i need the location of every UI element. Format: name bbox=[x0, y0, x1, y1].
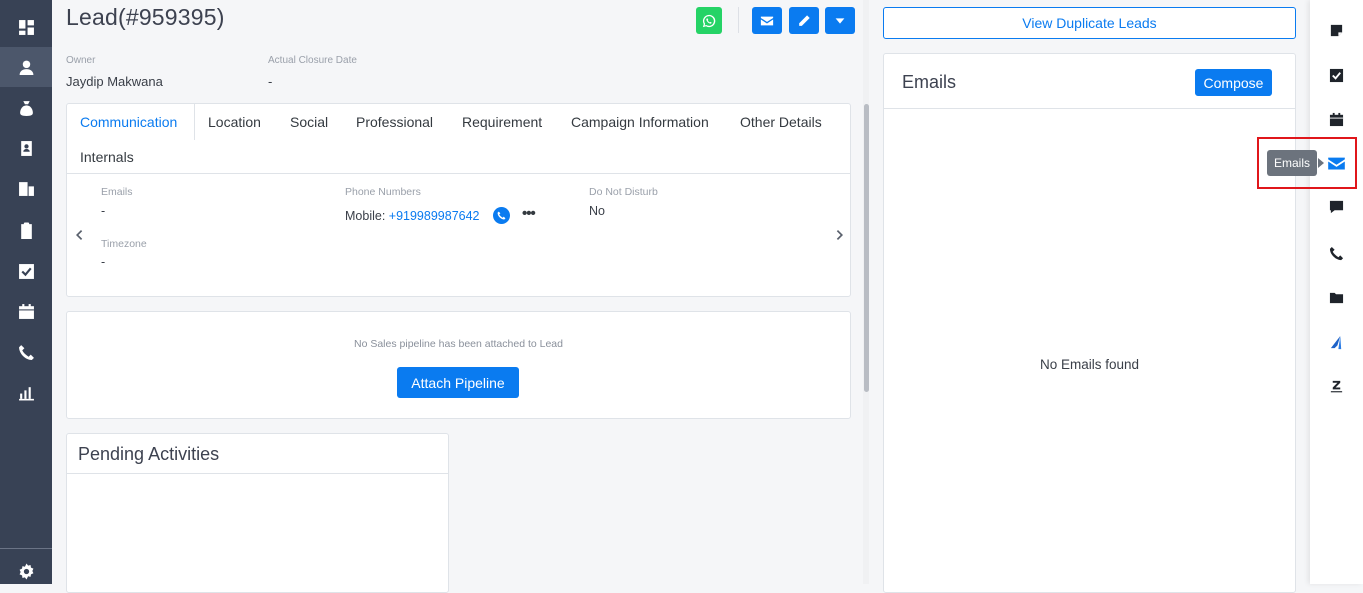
nav-leads[interactable] bbox=[0, 47, 52, 87]
note-icon bbox=[1330, 24, 1343, 36]
right-panel: View Duplicate Leads Emails Compose No E… bbox=[870, 0, 1310, 593]
tabs-divider bbox=[67, 173, 850, 174]
left-navigation bbox=[0, 0, 52, 584]
pending-divider bbox=[67, 473, 448, 474]
task-check-icon bbox=[1329, 68, 1344, 82]
tab-location[interactable]: Location bbox=[208, 114, 261, 130]
pending-activities-card: Pending Activities bbox=[66, 433, 449, 593]
emails-card: Emails Compose No Emails found bbox=[883, 53, 1296, 593]
nav-deals[interactable] bbox=[0, 88, 52, 128]
scroll-right-button[interactable] bbox=[835, 228, 845, 240]
lead-details-card: Communication Location Social Profession… bbox=[66, 103, 851, 297]
tab-requirement[interactable]: Requirement bbox=[462, 114, 542, 130]
building-icon bbox=[18, 181, 34, 196]
whatsapp-button[interactable] bbox=[696, 7, 722, 34]
clipboard-icon bbox=[20, 222, 32, 239]
tab-social[interactable]: Social bbox=[290, 114, 328, 130]
dnd-label: Do Not Disturb bbox=[589, 186, 658, 198]
rightbar-notes[interactable] bbox=[1310, 15, 1363, 45]
calendar-icon bbox=[18, 303, 34, 319]
compose-button[interactable]: Compose bbox=[1195, 69, 1272, 96]
rightbar-calendar[interactable] bbox=[1310, 104, 1363, 134]
scroll-left-button[interactable] bbox=[74, 228, 84, 240]
chevron-left-icon bbox=[76, 230, 83, 240]
tab-internals[interactable]: Internals bbox=[80, 149, 134, 165]
owner-label: Owner bbox=[66, 55, 96, 66]
rightbar-calls[interactable] bbox=[1310, 238, 1363, 268]
emails-label: Emails bbox=[101, 186, 133, 198]
nav-companies[interactable] bbox=[0, 168, 52, 208]
phone-numbers-label: Phone Numbers bbox=[345, 186, 421, 198]
rightbar-tasks[interactable] bbox=[1310, 60, 1363, 90]
emails-value: - bbox=[101, 204, 106, 218]
pencil-icon bbox=[799, 14, 810, 26]
page-title: Lead(#959395) bbox=[66, 4, 225, 30]
rightbar-integration[interactable] bbox=[1310, 327, 1363, 357]
contact-card-icon bbox=[20, 140, 32, 156]
nav-calendar[interactable] bbox=[0, 291, 52, 331]
phone-icon bbox=[1329, 246, 1344, 260]
user-icon bbox=[19, 60, 33, 75]
envelope-icon bbox=[760, 16, 774, 25]
caret-down-icon bbox=[835, 17, 845, 24]
header-divider bbox=[738, 7, 739, 33]
folder-icon bbox=[1329, 292, 1344, 303]
phone-number-row: Mobile: +919989987642 bbox=[345, 209, 480, 223]
highlight-box bbox=[1257, 137, 1357, 189]
lead-detail-main: Lead(#959395) Owner Jaydip Makwana Actua… bbox=[52, 0, 869, 593]
pending-activities-title: Pending Activities bbox=[78, 444, 220, 464]
right-icon-bar bbox=[1310, 0, 1363, 584]
nav-dashboard[interactable] bbox=[0, 7, 52, 47]
timezone-value: - bbox=[101, 255, 106, 269]
phone-type-label: Mobile: bbox=[345, 209, 389, 223]
tab-campaign-information[interactable]: Campaign Information bbox=[571, 114, 709, 130]
chevron-right-icon bbox=[836, 230, 843, 240]
nav-calls[interactable] bbox=[0, 332, 52, 372]
nav-tasks[interactable] bbox=[0, 251, 52, 291]
phone-icon bbox=[18, 344, 34, 360]
rightbar-messages[interactable] bbox=[1310, 191, 1363, 221]
rightbar-zendesk[interactable] bbox=[1310, 371, 1363, 401]
call-button[interactable] bbox=[493, 207, 510, 224]
comment-icon bbox=[1329, 200, 1344, 213]
pipeline-card: No Sales pipeline has been attached to L… bbox=[66, 311, 851, 419]
zendesk-icon bbox=[1330, 380, 1343, 392]
edit-lead-button[interactable] bbox=[789, 7, 819, 34]
rightbar-files[interactable] bbox=[1310, 282, 1363, 312]
closure-date-label: Actual Closure Date bbox=[268, 55, 357, 66]
nav-reports[interactable] bbox=[0, 372, 52, 412]
owner-value: Jaydip Makwana bbox=[66, 74, 163, 89]
tab-other-details[interactable]: Other Details bbox=[740, 114, 822, 130]
main-scrollbar-thumb[interactable] bbox=[864, 104, 869, 392]
nav-divider bbox=[0, 548, 52, 549]
tab-communication[interactable]: Communication bbox=[80, 114, 177, 130]
closure-date-value: - bbox=[268, 74, 273, 89]
more-actions-dropdown[interactable] bbox=[825, 7, 855, 34]
money-bag-icon bbox=[19, 100, 33, 116]
calendar-icon bbox=[1329, 112, 1344, 126]
integration-icon bbox=[1330, 335, 1342, 349]
phone-number-link[interactable]: +919989987642 bbox=[389, 209, 480, 223]
tab-professional[interactable]: Professional bbox=[356, 114, 433, 130]
dashboard-icon bbox=[18, 19, 34, 35]
settings-icon bbox=[19, 563, 33, 579]
emails-panel-title: Emails bbox=[902, 72, 957, 92]
send-email-button[interactable] bbox=[752, 7, 782, 34]
dnd-value: No bbox=[589, 204, 605, 218]
timezone-label: Timezone bbox=[101, 238, 147, 250]
chart-icon bbox=[18, 386, 34, 400]
nav-contacts[interactable] bbox=[0, 128, 52, 168]
emails-divider bbox=[884, 108, 1295, 109]
whatsapp-icon bbox=[702, 14, 716, 27]
nav-settings[interactable] bbox=[0, 551, 52, 591]
no-emails-message: No Emails found bbox=[1039, 357, 1140, 372]
phone-icon bbox=[497, 211, 506, 220]
pipeline-empty-message: No Sales pipeline has been attached to L… bbox=[354, 338, 563, 350]
check-square-icon bbox=[18, 263, 34, 279]
view-duplicate-leads-button[interactable]: View Duplicate Leads bbox=[883, 7, 1296, 39]
attach-pipeline-button[interactable]: Attach Pipeline bbox=[397, 367, 519, 398]
phone-more-options-icon[interactable]: ••• bbox=[522, 205, 536, 222]
nav-quotes[interactable] bbox=[0, 210, 52, 250]
